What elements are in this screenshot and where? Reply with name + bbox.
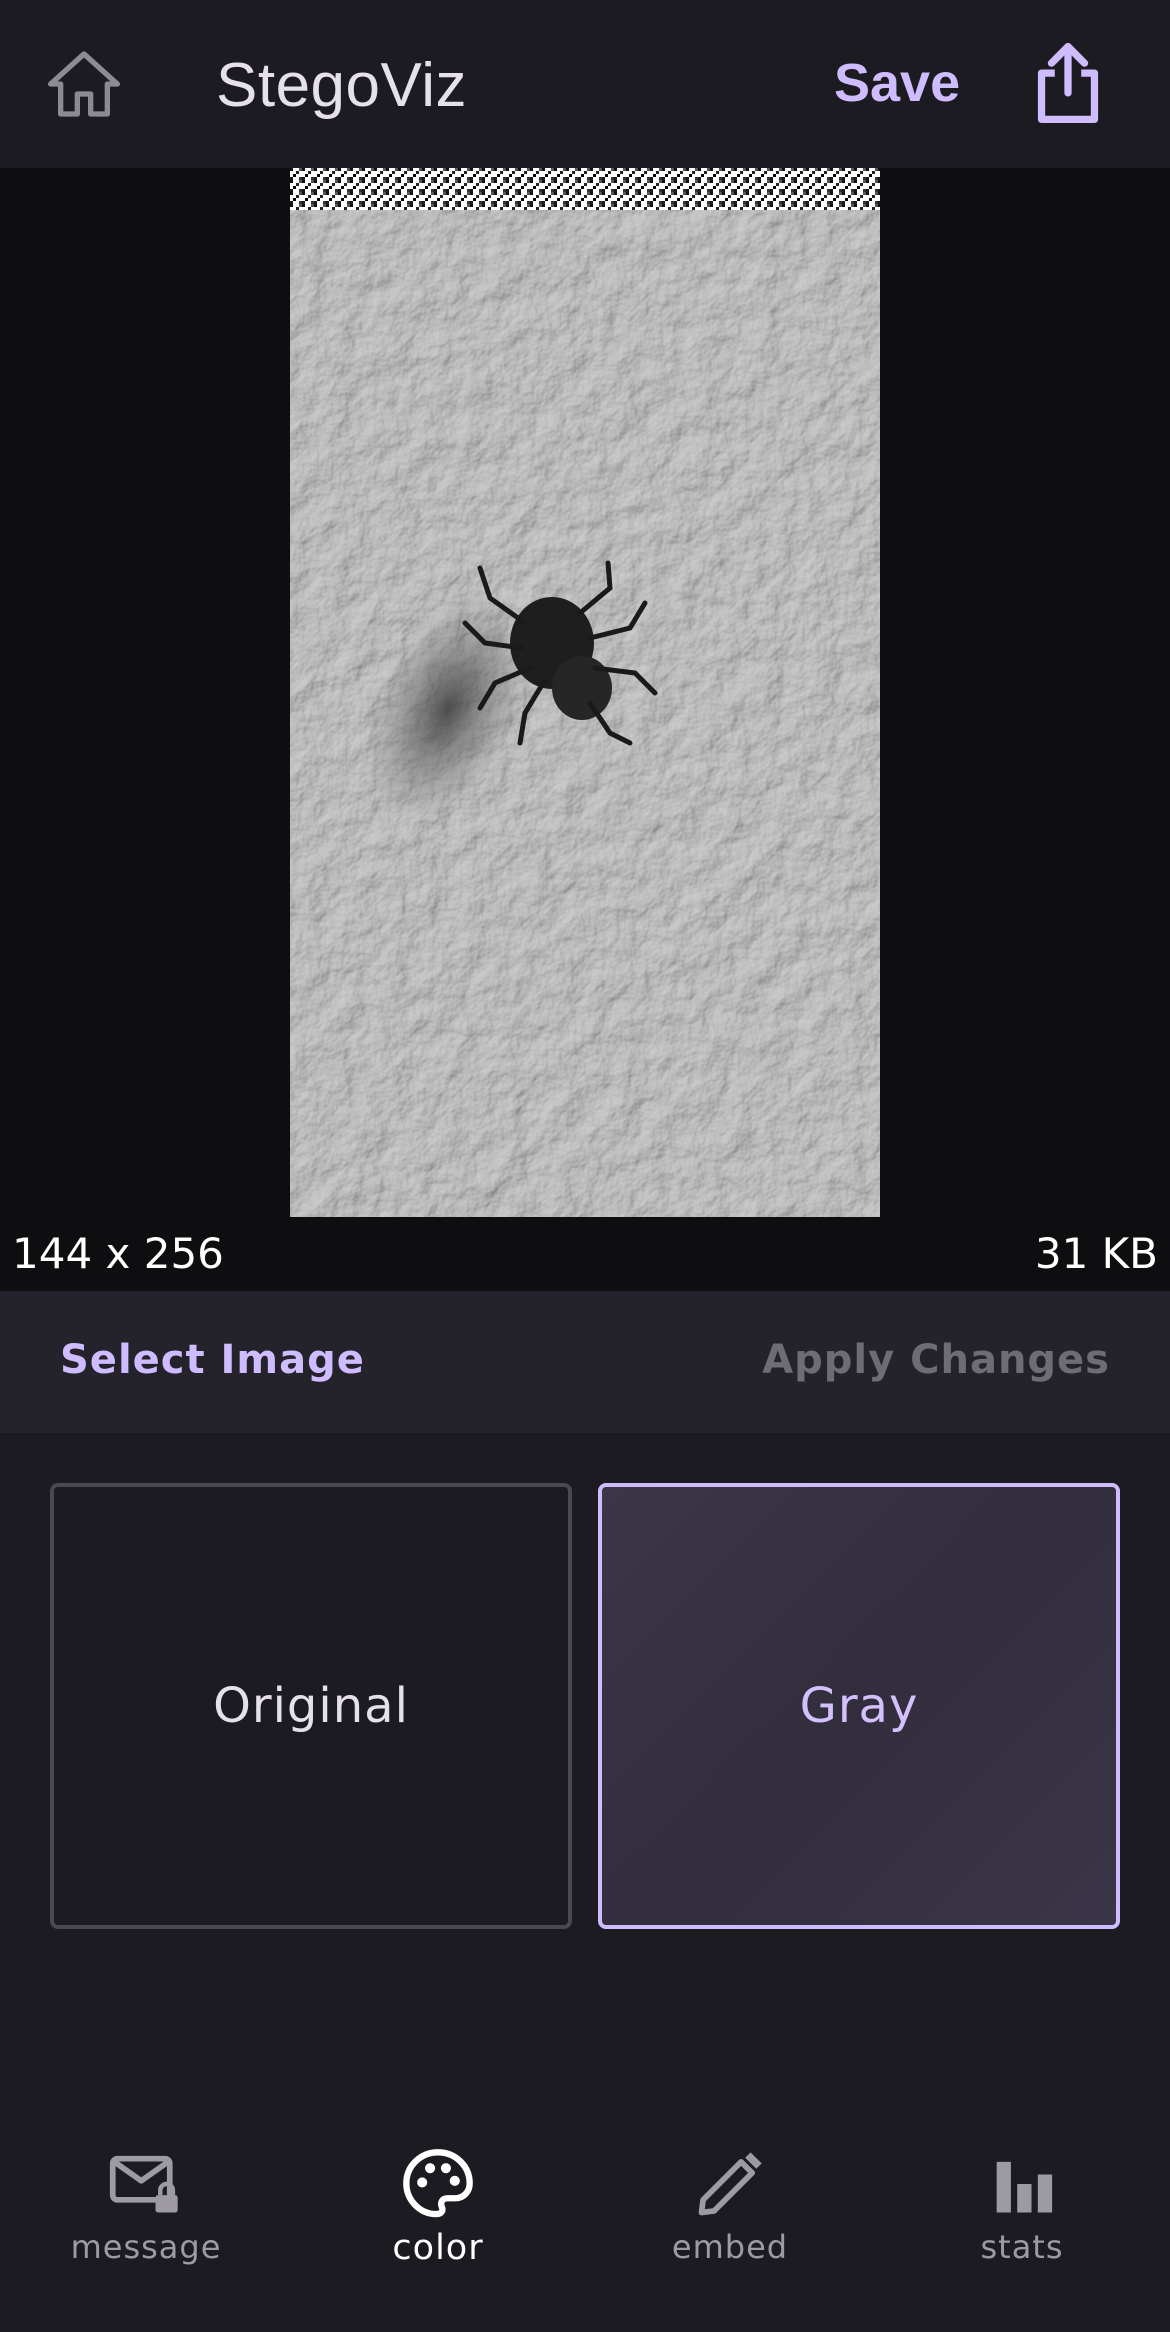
bar-chart-icon [996,2161,1053,2213]
home-button[interactable] [44,44,124,124]
image-preview [0,168,1170,1217]
share-button[interactable] [1028,40,1108,126]
nav-item-color[interactable]: color [292,2146,584,2296]
share-icon [1037,42,1099,124]
app-root: StegoViz Save 144 x 256 31 KB Select Ima… [0,0,1170,2332]
image-dimensions: 144 x 256 [12,1229,224,1278]
mode-card-gray[interactable]: Gray [598,1483,1120,1929]
mail-lock-icon [109,2155,178,2213]
nav-label: embed [671,2228,789,2266]
mode-card-original[interactable]: Original [50,1483,572,1929]
home-icon [48,51,121,117]
bottom-navigation: message color embed stats [0,2120,1170,2332]
action-bar: Select Image Apply Changes [0,1291,1170,1433]
nav-label: color [392,2228,484,2268]
nav-item-message[interactable]: message [0,2146,292,2296]
pencil-icon [698,2152,762,2216]
select-image-button[interactable]: Select Image [60,1337,365,1383]
nav-label: stats [980,2228,1064,2266]
mode-card-label: Gray [799,1678,919,1734]
save-button[interactable]: Save [834,52,960,114]
app-title: StegoViz [216,51,468,120]
nav-item-stats[interactable]: stats [876,2146,1168,2296]
apply-changes-button[interactable]: Apply Changes [762,1337,1110,1383]
image-file-size: 31 KB [1034,1229,1158,1278]
preview-image [290,168,880,1217]
nav-label: message [70,2228,222,2266]
palette-icon [403,2149,473,2218]
image-info-bar: 144 x 256 31 KB [0,1217,1170,1291]
nav-item-embed[interactable]: embed [584,2146,876,2296]
mode-card-label: Original [213,1678,409,1734]
top-app-bar: StegoViz Save [0,0,1170,168]
